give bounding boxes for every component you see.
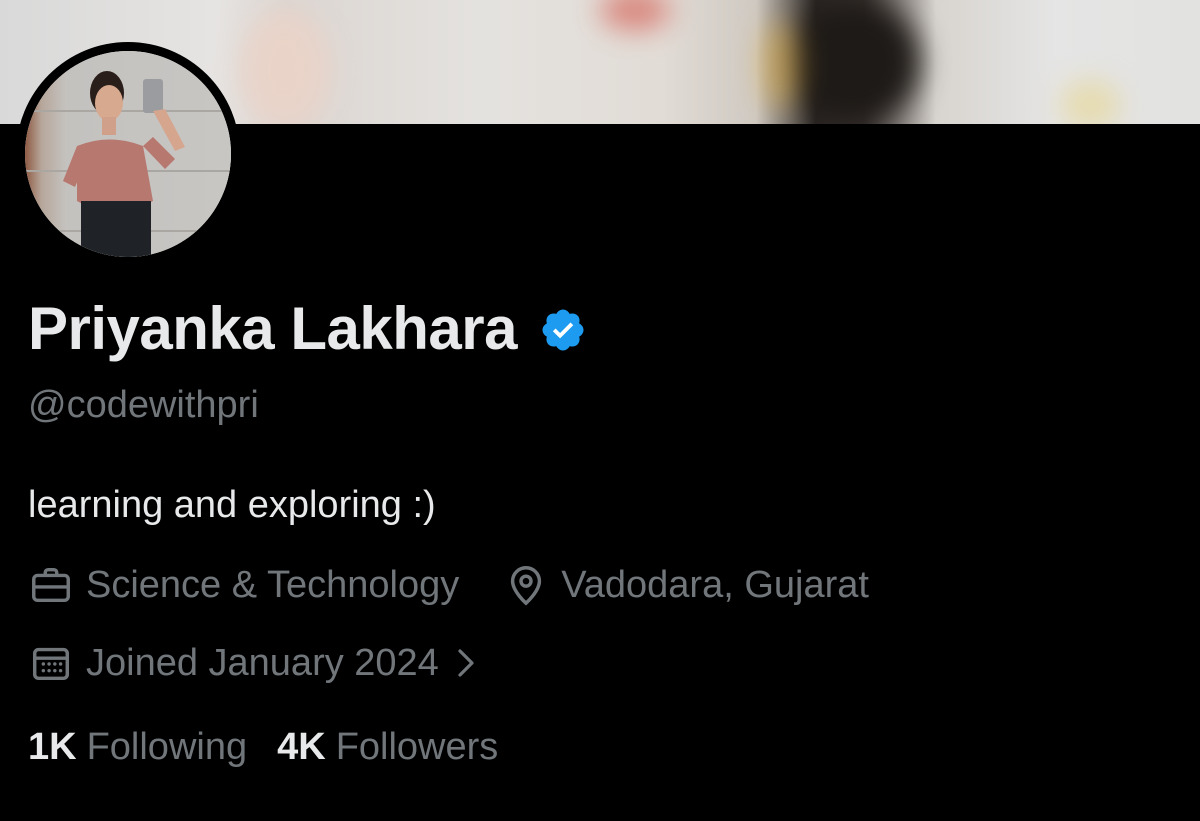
joined-item[interactable]: Joined January 2024 xyxy=(28,640,477,686)
followers-label: Followers xyxy=(335,726,499,768)
verified-badge-icon[interactable] xyxy=(539,306,587,354)
calendar-icon xyxy=(28,640,74,686)
followers-link[interactable]: 4K Followers xyxy=(277,726,498,769)
following-label: Following xyxy=(86,726,248,768)
location-pin-icon xyxy=(503,562,549,608)
bio: learning and exploring :) xyxy=(28,484,436,526)
followers-count: 4K xyxy=(277,726,326,768)
location-item: Vadodara, Gujarat xyxy=(503,562,869,608)
profile-meta-row: Science & Technology Vadodara, Gujarat xyxy=(28,562,869,608)
chevron-right-icon[interactable] xyxy=(455,646,477,680)
avatar[interactable] xyxy=(25,51,231,257)
briefcase-icon xyxy=(28,562,74,608)
name-row: Priyanka Lakhara xyxy=(28,292,587,364)
follow-stats: 1K Following 4K Followers xyxy=(28,726,498,769)
user-handle: @codewithpri xyxy=(28,384,259,426)
category-label: Science & Technology xyxy=(86,563,460,606)
display-name: Priyanka Lakhara xyxy=(28,294,517,362)
location-label: Vadodara, Gujarat xyxy=(561,563,869,606)
joined-label: Joined January 2024 xyxy=(86,641,439,684)
category-item: Science & Technology xyxy=(28,562,459,608)
avatar-photo xyxy=(25,51,231,257)
joined-row[interactable]: Joined January 2024 xyxy=(28,640,477,686)
following-count: 1K xyxy=(28,726,77,768)
following-link[interactable]: 1K Following xyxy=(28,726,247,769)
